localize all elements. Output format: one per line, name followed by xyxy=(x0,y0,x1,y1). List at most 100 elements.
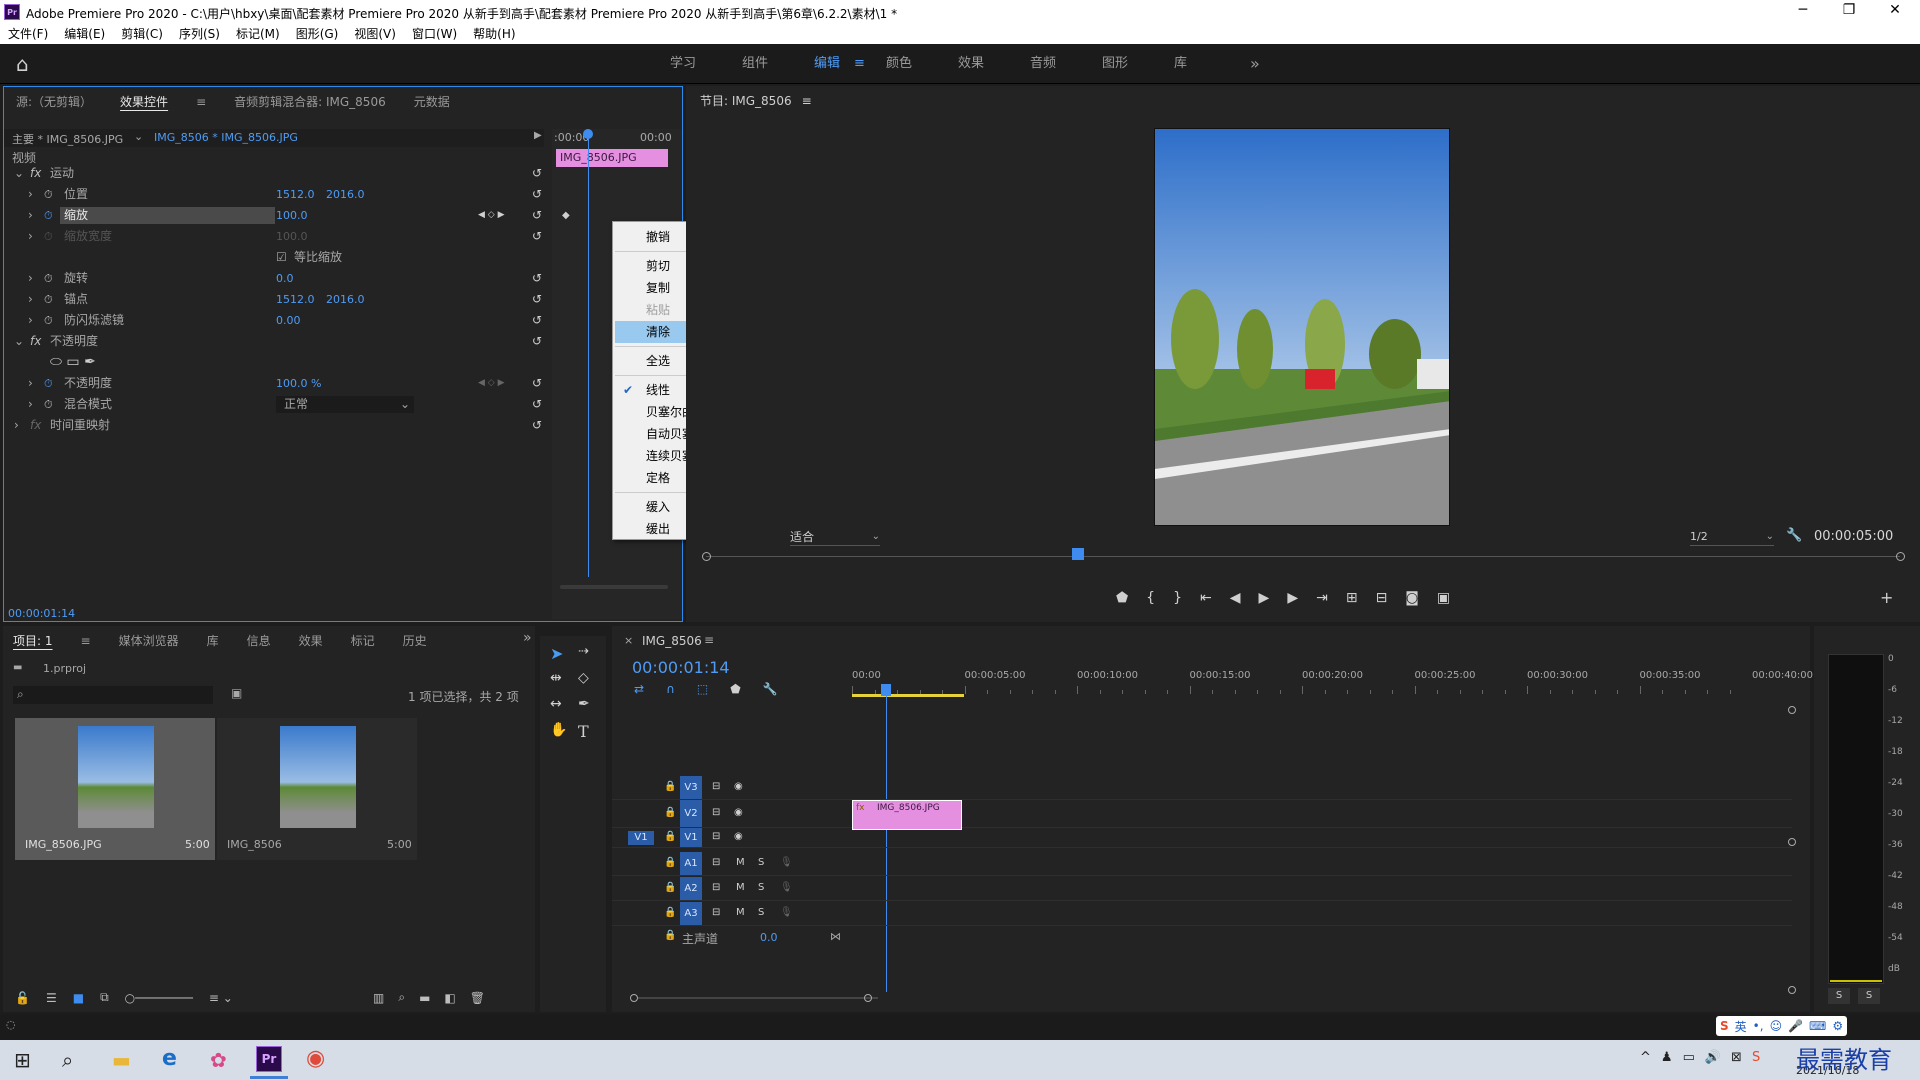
track-lock-icon[interactable]: 🔒 xyxy=(664,831,676,842)
program-scrubber[interactable] xyxy=(706,556,1900,557)
project-menu-icon[interactable]: ≡ xyxy=(81,634,91,648)
track-target-button[interactable]: V1 xyxy=(680,828,702,847)
effect-value-1[interactable]: 0.00 xyxy=(276,310,301,331)
expand-chevron-right-icon[interactable]: › xyxy=(28,289,33,310)
new-item-icon[interactable]: ◧ xyxy=(444,991,455,1005)
extract-icon[interactable]: ⊟ xyxy=(1376,590,1388,606)
tray-sogou-icon[interactable]: S xyxy=(1752,1050,1760,1065)
effect-row[interactable]: › ⏱ 旋转 0.0 ↺ xyxy=(4,268,549,289)
effect-controls-menu-icon[interactable]: ≡ xyxy=(196,95,206,109)
sync-lock-icon[interactable]: ⊟ xyxy=(712,857,720,868)
expand-chevron-right-icon[interactable]: › xyxy=(14,415,19,436)
mark-out-icon[interactable]: } xyxy=(1173,590,1182,606)
fx-icon[interactable]: fx xyxy=(30,331,41,352)
reset-icon[interactable]: ↺ xyxy=(532,184,542,205)
expand-chevron-right-icon[interactable]: › xyxy=(28,184,33,205)
solo-left-button[interactable]: S xyxy=(1828,988,1850,1004)
track-lock-icon[interactable]: 🔒 xyxy=(664,882,676,893)
ime-mic-icon[interactable]: 🎤 xyxy=(1788,1019,1803,1033)
pen-tool-icon[interactable]: ✒ xyxy=(578,696,590,712)
effect-value-1[interactable]: 100.0 xyxy=(276,226,308,247)
source-tab-2[interactable]: 音频剪辑混合器: IMG_8506 xyxy=(234,93,386,110)
sync-lock-icon[interactable]: ⊟ xyxy=(712,781,720,792)
ime-tools-icon[interactable]: ⚙ xyxy=(1832,1019,1843,1033)
et-scrollbar[interactable] xyxy=(560,585,668,589)
project-item-1[interactable]: IMG_8506.JPG 5:00 xyxy=(15,718,215,860)
ime-toolbar[interactable]: S 英 •, ☺ 🎤 ⌨ ⚙ xyxy=(1716,1016,1848,1036)
master-track-value[interactable]: 0.0 xyxy=(760,931,778,944)
step-forward-icon[interactable]: ▶ xyxy=(1287,590,1298,606)
track-target-button[interactable]: V2 xyxy=(680,800,702,827)
effect-value-1[interactable]: 1512.0 xyxy=(276,184,315,205)
fx-icon[interactable]: fx xyxy=(30,163,41,184)
stopwatch-icon[interactable]: ⏱ xyxy=(44,289,53,310)
effect-value-1[interactable]: 0.0 xyxy=(276,268,294,289)
edge-icon[interactable]: e xyxy=(162,1046,177,1071)
stopwatch-icon[interactable]: ⏱ xyxy=(44,310,53,331)
expand-chevron-right-icon[interactable]: › xyxy=(28,373,33,394)
maximize-button[interactable]: ❐ xyxy=(1834,2,1864,18)
mute-button[interactable]: M xyxy=(736,857,745,868)
go-to-in-icon[interactable]: ⇤ xyxy=(1200,590,1212,606)
track-lock-icon[interactable]: 🔒 xyxy=(664,907,676,918)
keyframe-nav-icon[interactable]: ◀ ◇ ▶ xyxy=(478,205,505,226)
stopwatch-icon[interactable]: ⏱ xyxy=(44,268,53,289)
effect-row[interactable]: › ⏱ 缩放宽度 100.0 ↺ xyxy=(4,226,549,247)
et-playhead[interactable] xyxy=(588,129,589,577)
v-scroll-top[interactable] xyxy=(1788,706,1796,714)
expand-chevron-right-icon[interactable]: › xyxy=(28,205,33,226)
more-tabs-icon[interactable]: » xyxy=(523,630,532,646)
mute-button[interactable]: M xyxy=(736,882,745,893)
step-back-icon[interactable]: ◀ xyxy=(1230,590,1241,606)
zoom-fit-select[interactable]: 适合 xyxy=(790,528,814,545)
expand-chevron-right-icon[interactable]: › xyxy=(28,226,33,247)
project-search-input[interactable]: ⌕ xyxy=(13,686,213,704)
hand-tool-icon[interactable]: ✋ xyxy=(550,722,567,738)
workspace-tab-5[interactable]: 音频 xyxy=(1030,44,1056,84)
mark-in-icon[interactable]: { xyxy=(1146,590,1155,606)
reset-icon[interactable]: ↺ xyxy=(532,331,542,352)
h-scroll-start[interactable] xyxy=(630,994,638,1002)
blend-mode-select[interactable]: 正常 ⌄ xyxy=(276,396,414,413)
ime-punct-icon[interactable]: •, xyxy=(1753,1019,1764,1033)
clip-dropdown-icon[interactable]: ⌄ xyxy=(134,130,143,143)
network-icon[interactable]: ▭ xyxy=(1683,1050,1695,1065)
sync-lock-icon[interactable]: ⊟ xyxy=(712,807,720,818)
menu-item-3[interactable]: 序列(S) xyxy=(171,24,228,44)
add-marker-timeline-icon[interactable]: ⬟ xyxy=(730,682,740,696)
more-workspaces-icon[interactable]: » xyxy=(1250,44,1260,84)
zoom-slider[interactable]: ○──────── xyxy=(125,991,193,1005)
timeline-playhead-handle[interactable] xyxy=(881,684,891,696)
play-icon[interactable]: ▶ xyxy=(1259,590,1270,606)
project-tab-3[interactable]: 信息 xyxy=(247,632,271,649)
voice-over-mic-icon[interactable]: 🎙 xyxy=(780,882,793,893)
timeline-clip[interactable]: IMG_8506.JPG xyxy=(852,800,962,830)
effect-row[interactable]: › ⏱ 位置 1512.0 2016.0 ↺ xyxy=(4,184,549,205)
workspace-menu-icon[interactable]: ≡ xyxy=(854,44,865,84)
ripple-edit-tool-icon[interactable]: ⇹ xyxy=(550,670,562,686)
resolution-dropdown-icon[interactable]: ⌄ xyxy=(1766,531,1774,542)
menu-item-0[interactable]: 文件(F) xyxy=(0,24,56,44)
eye-icon[interactable]: ◉ xyxy=(734,831,743,842)
solo-right-button[interactable]: S xyxy=(1858,988,1880,1004)
selection-tool-icon[interactable]: ➤ xyxy=(550,644,563,663)
scrubber-start[interactable] xyxy=(702,552,711,561)
new-bin-search-icon[interactable]: ▣ xyxy=(231,686,242,700)
reset-icon[interactable]: ↺ xyxy=(532,226,542,247)
ime-mode[interactable]: 英 xyxy=(1735,1018,1747,1035)
sync-lock-icon[interactable]: ⊟ xyxy=(712,907,720,918)
expand-chevron-down-icon[interactable]: ⌄ xyxy=(14,331,24,352)
find-icon[interactable]: ⌕ xyxy=(398,990,405,1005)
mask-shape-icons[interactable]: ⬭ ▭ ✒ xyxy=(50,352,96,373)
premiere-taskbar-icon[interactable]: Pr xyxy=(256,1046,282,1072)
slip-tool-icon[interactable]: ↔ xyxy=(550,696,562,712)
stopwatch-icon[interactable]: ⏱ xyxy=(44,394,53,415)
razor-tool-icon[interactable]: ◇ xyxy=(578,670,589,686)
master-lock-icon[interactable]: 🔒 xyxy=(664,930,676,941)
track-target-button[interactable]: V3 xyxy=(680,776,702,799)
close-button[interactable]: ✕ xyxy=(1880,2,1910,18)
expand-chevron-right-icon[interactable]: › xyxy=(28,394,33,415)
reset-icon[interactable]: ↺ xyxy=(532,394,542,415)
master-track-end-icon[interactable]: ⋈ xyxy=(830,930,841,943)
workspace-tab-1[interactable]: 组件 xyxy=(742,44,768,84)
